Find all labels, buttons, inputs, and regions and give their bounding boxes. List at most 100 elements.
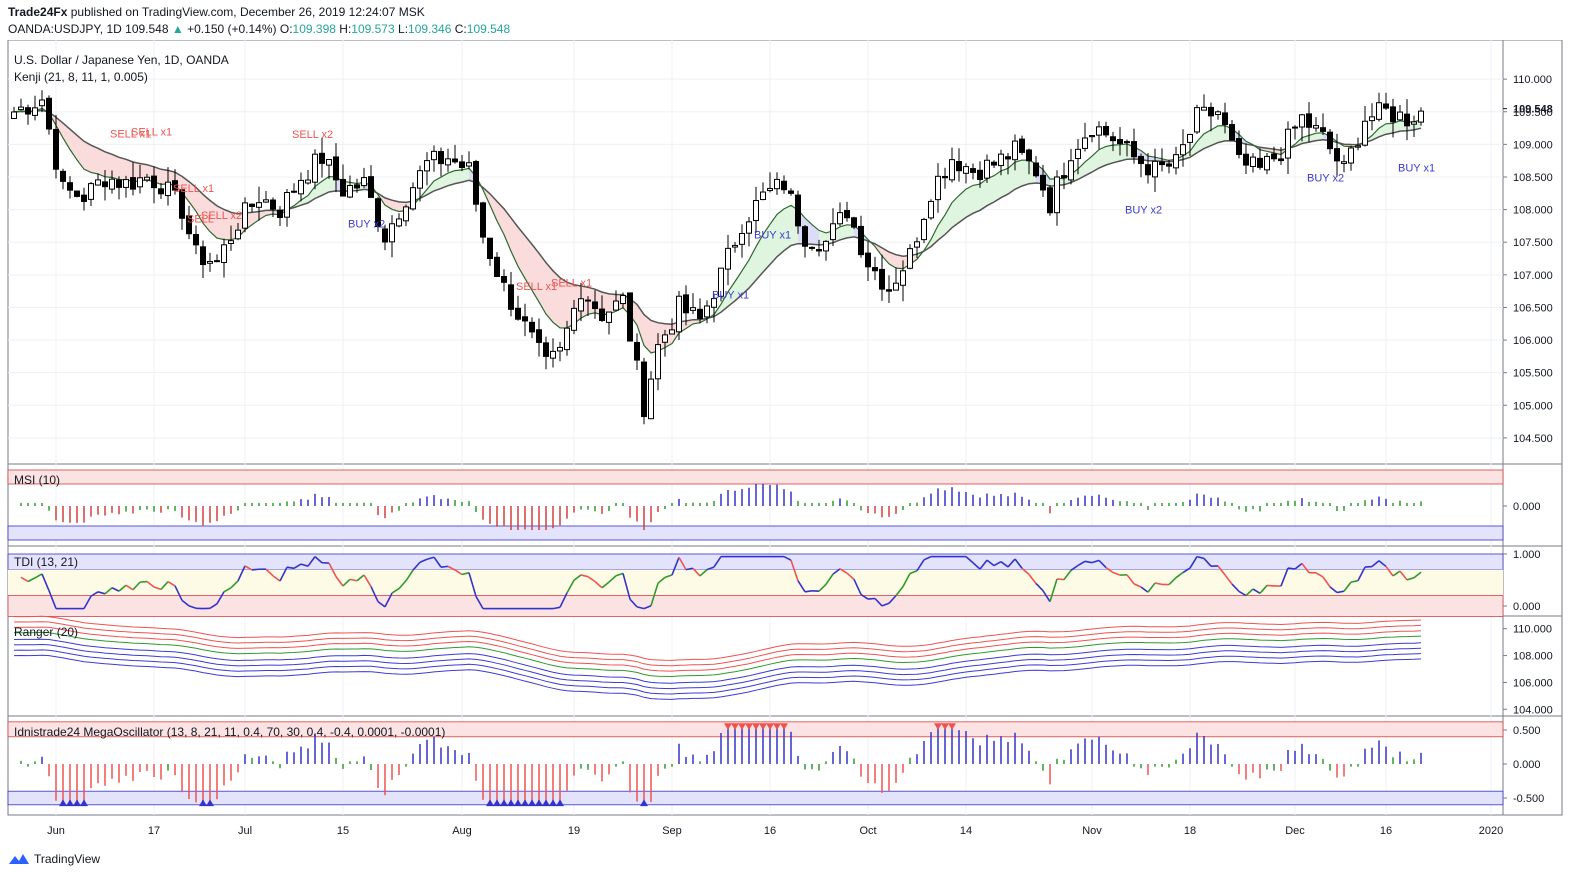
candle-body <box>907 248 913 269</box>
candle-body <box>683 294 689 314</box>
candle-body <box>53 128 59 170</box>
time-tick-label: 14 <box>960 825 972 837</box>
candle-body <box>879 268 885 290</box>
candle-body <box>263 199 269 203</box>
candle-body <box>921 218 927 241</box>
candle-body <box>95 179 101 186</box>
candle-body <box>431 150 437 161</box>
candle-body <box>1271 153 1277 160</box>
candle-body <box>1369 116 1375 122</box>
candle-body <box>844 209 850 219</box>
time-tick-label: 16 <box>764 825 776 837</box>
kenji-cloud <box>1015 160 1022 190</box>
price-tick-label: 107.500 <box>1513 237 1553 249</box>
candle-body <box>207 260 213 264</box>
published-text: published on TradingView.com, December 2… <box>70 5 425 19</box>
price-tick-label: 107.000 <box>1513 270 1553 282</box>
candle-body <box>725 247 731 270</box>
kenji-cloud <box>497 201 504 235</box>
candle-body <box>109 178 115 190</box>
ranger-band-line <box>13 638 1422 684</box>
candle-body <box>438 151 444 165</box>
time-tick-label: 15 <box>337 825 349 837</box>
tdi-pane-title: TDI (13, 21) <box>14 555 78 569</box>
osc-tick-label: 0.500 <box>1513 725 1541 737</box>
msi-overbought-band <box>7 469 1504 485</box>
candle-body <box>242 202 248 229</box>
signal-label: BUY x2 <box>1125 204 1162 216</box>
tdi-line-segment <box>440 565 449 568</box>
symbol-label: OANDA:USDJPY, 1D <box>8 22 122 36</box>
candle-body <box>704 305 710 318</box>
candle-body <box>291 190 297 193</box>
candle-body <box>1047 187 1053 214</box>
candle-body <box>697 308 703 319</box>
time-tick-label: 16 <box>1380 825 1392 837</box>
candle-body <box>1306 113 1312 128</box>
msi-pane-title: MSI (10) <box>14 473 60 487</box>
candle-body <box>1124 141 1130 144</box>
candle-body <box>459 161 465 169</box>
candle-body <box>354 184 360 189</box>
tdi-middle-band <box>8 569 1503 596</box>
candle-body <box>515 307 521 320</box>
candle-body <box>214 260 220 263</box>
kenji-cloud <box>987 175 994 206</box>
signal-label: BUY x2 <box>348 218 385 230</box>
candle-body <box>963 166 969 174</box>
low-value: 109.346 <box>408 22 452 36</box>
candle-body <box>1068 160 1074 181</box>
candle-body <box>732 244 738 248</box>
tdi-line-segment <box>804 589 813 593</box>
kenji-cloud <box>119 157 126 180</box>
candle-body <box>529 321 535 333</box>
candle-body <box>298 179 304 195</box>
candle-body <box>151 175 157 189</box>
candle-body <box>788 190 794 194</box>
candle-body <box>599 308 605 321</box>
candle-body <box>1166 163 1172 167</box>
candle-body <box>1264 155 1270 171</box>
candle-body <box>1404 113 1410 127</box>
candle-body <box>655 344 661 380</box>
time-tick-label: Jul <box>238 825 252 837</box>
candle-body <box>1362 120 1368 146</box>
candle-body <box>1145 164 1151 176</box>
candle-body <box>25 107 31 115</box>
time-tick-label: 19 <box>568 825 580 837</box>
kenji-cloud <box>966 185 973 218</box>
candle-body <box>1138 155 1144 165</box>
candle-body <box>1075 148 1081 160</box>
open-value: 109.398 <box>292 22 336 36</box>
candle-body <box>130 177 136 190</box>
publisher-name[interactable]: Trade24Fx <box>8 5 67 19</box>
signal-label: BUY x1 <box>712 289 749 301</box>
candle-body <box>1173 154 1179 169</box>
candle-body <box>690 307 696 311</box>
candle-body <box>550 350 556 359</box>
candle-body <box>67 182 73 191</box>
candle-body <box>872 267 878 272</box>
candle-body <box>893 282 899 291</box>
candle-body <box>1390 106 1396 123</box>
tradingview-footer[interactable]: TradingView <box>8 852 100 866</box>
candle-body <box>466 162 472 167</box>
candle-body <box>39 99 45 107</box>
chart-area[interactable]: Jun 17 Jul 15 Aug 19 Sep 16 Oct 14 Nov 18 Dec 16 2020 1… <box>0 40 1572 845</box>
candle-body <box>1243 153 1249 166</box>
candle-body <box>592 301 598 310</box>
time-tick-label: Aug <box>452 825 472 837</box>
kenji-cloud <box>455 169 462 184</box>
last-price-label: 109.548 <box>1513 104 1553 116</box>
time-tick-label: Sep <box>662 825 682 837</box>
candle-body <box>333 156 339 181</box>
kenji-cloud <box>784 205 791 251</box>
candle-body <box>200 246 206 266</box>
price-tick-label: 105.000 <box>1513 400 1553 412</box>
candle-body <box>1383 103 1389 109</box>
candle-body <box>809 246 815 249</box>
candle-body <box>1201 106 1207 111</box>
candle-body <box>634 341 640 361</box>
candle-body <box>1054 176 1060 214</box>
price-change: +0.150 (+0.14%) <box>187 22 277 36</box>
